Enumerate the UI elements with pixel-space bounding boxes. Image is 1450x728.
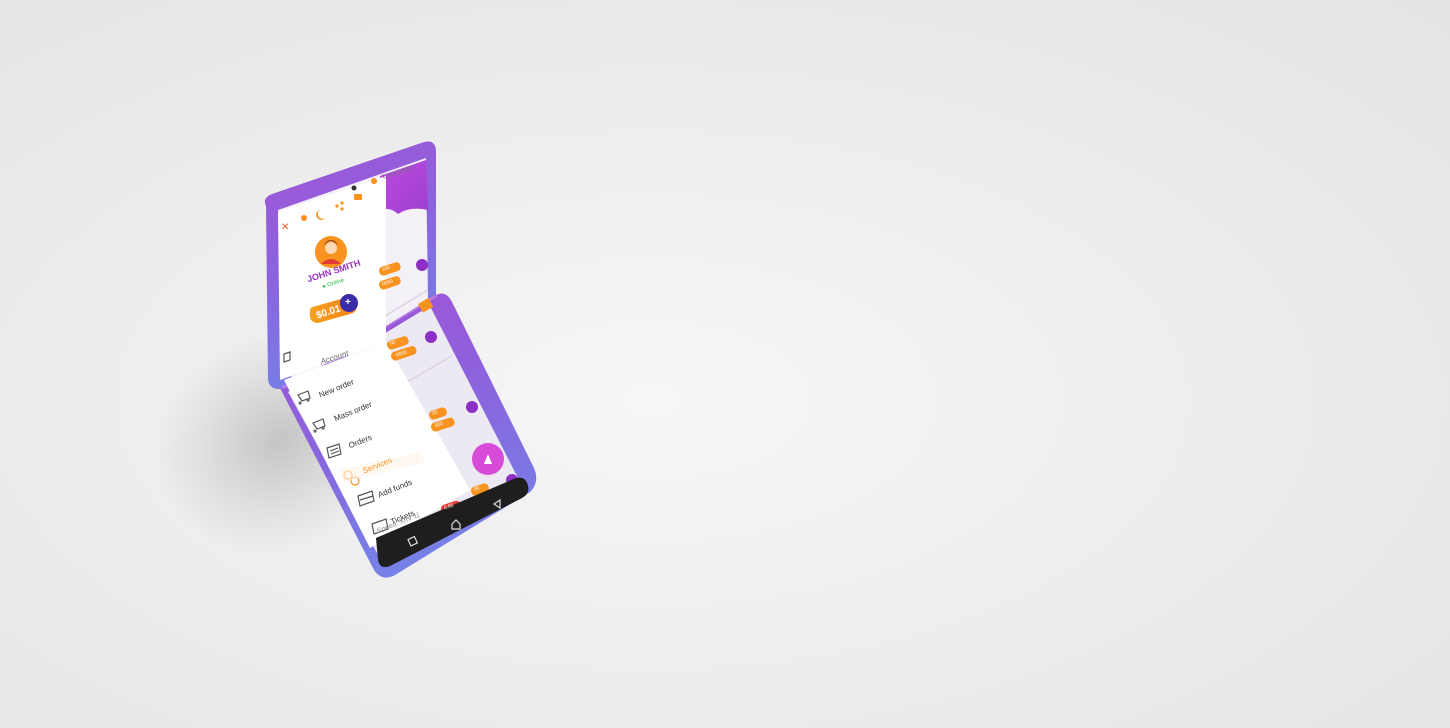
bulb-icon[interactable] [371,178,378,184]
plus-symbol: + [345,297,351,308]
mockup-stage: ✕ Language JOHN SMITH ● Online $0.01 + A… [0,0,1450,728]
card-icon[interactable] [354,194,362,200]
camera-hole [351,185,357,191]
close-icon[interactable]: ✕ [281,222,289,233]
user-icon[interactable] [301,215,307,221]
folding-phone: ✕ [264,141,537,578]
